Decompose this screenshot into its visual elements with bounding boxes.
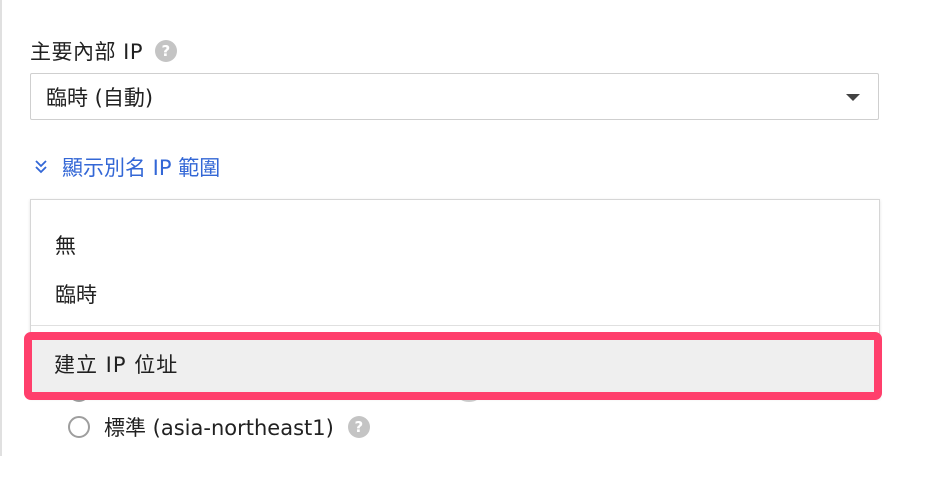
primary-internal-ip-select-value: 臨時 (自動) — [46, 85, 154, 110]
primary-internal-ip-label: 主要內部 IP ? — [30, 36, 178, 66]
menu-divider — [31, 325, 879, 326]
panel-left-border — [0, 0, 2, 456]
help-icon[interactable]: ? — [347, 416, 370, 438]
dropdown-caret-icon — [846, 94, 860, 101]
menu-item-none[interactable]: 無 — [55, 230, 76, 260]
show-alias-ip-ranges-link[interactable]: 顯示別名 IP 範圍 — [34, 152, 220, 182]
primary-internal-ip-select[interactable]: 臨時 (自動) — [30, 73, 879, 120]
menu-item-ephemeral[interactable]: 臨時 — [55, 279, 97, 309]
menu-item-create-ip-address[interactable]: 建立 IP 位址 — [24, 332, 882, 400]
create-ip-address-label: 建立 IP 位址 — [54, 353, 179, 377]
show-alias-ip-ranges-label: 顯示別名 IP 範圍 — [62, 156, 221, 180]
network-tier-standard-label: 標準 (asia-northeast1) — [104, 416, 334, 440]
help-icon[interactable]: ? — [155, 40, 178, 62]
network-tier-standard-option[interactable]: 標準 (asia-northeast1) ? — [68, 412, 370, 442]
page: 主要內部 IP ? 臨時 (自動) 顯示別名 IP 範圍 標準 (asia-no… — [0, 0, 938, 498]
radio-button[interactable] — [68, 416, 90, 438]
primary-internal-ip-label-text: 主要內部 IP — [30, 40, 144, 64]
double-chevron-down-icon — [34, 158, 48, 176]
